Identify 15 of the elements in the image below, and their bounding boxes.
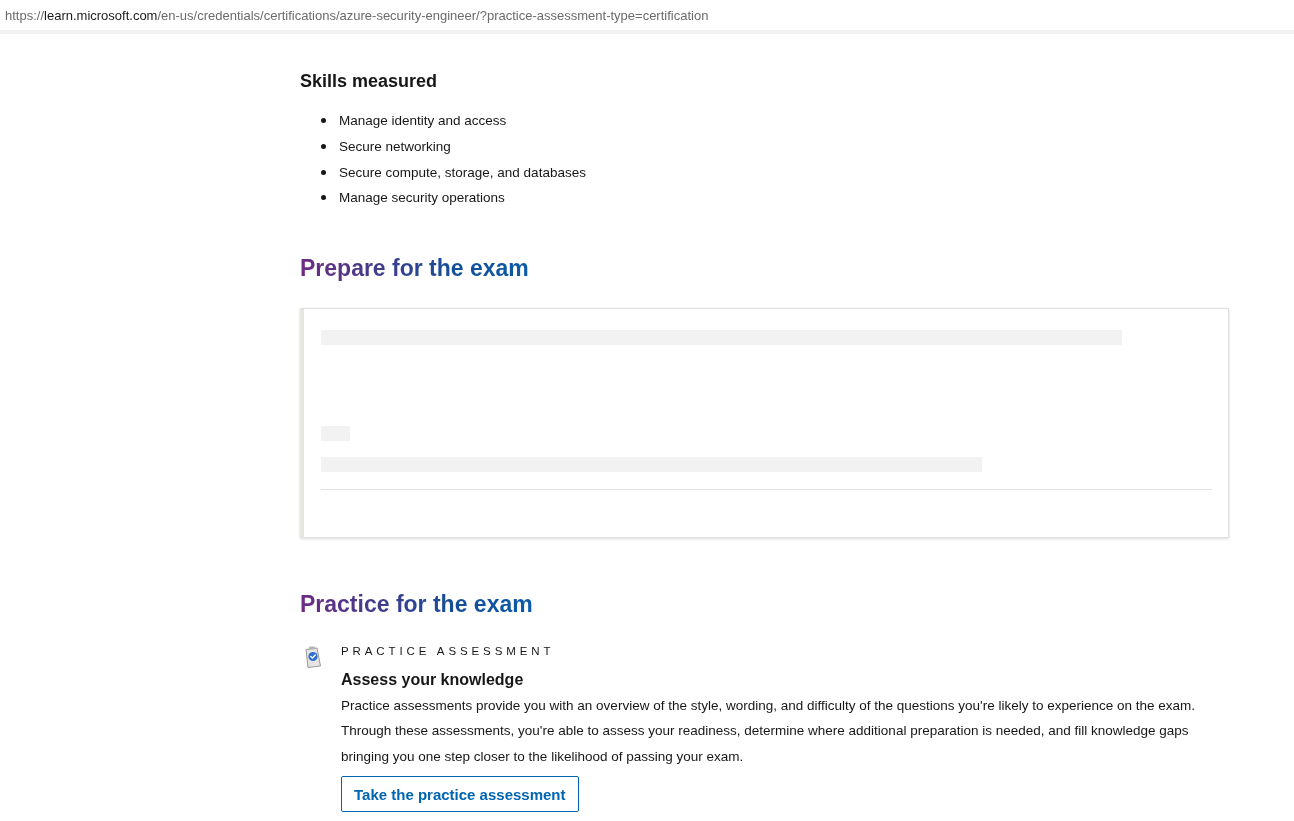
- skill-item: Manage identity and access: [339, 113, 507, 129]
- bullet-icon: [321, 195, 326, 201]
- skill-item: Manage security operations: [339, 190, 505, 206]
- url-text[interactable]: https://learn.microsoft.com/en-us/credentials/certifications/azure-security-engineer/?practice-assessment-type=certification: [5, 7, 709, 23]
- category-label: PRACTICE ASSESSMENT: [341, 643, 556, 659]
- card-heading: Assess your knowledge: [341, 669, 525, 690]
- bullet-icon: [321, 144, 326, 150]
- bullet-icon: [321, 169, 326, 175]
- description-text: Practice assessments provide you with an overview of the style, wording, and difficulty of the questions you're likely to experience on the exam. Through these assessments, you're able to assess your readiness, determine where additional preparation is needed, and fill knowledge gaps bringing you one step closer to the likelihood of passing your exam.: [341, 696, 1197, 766]
- skill-item: Secure compute, storage, and databases: [339, 164, 586, 180]
- bullet-icon: [321, 118, 326, 124]
- clipboard-check-icon: [303, 645, 323, 668]
- section-heading: Skills measured: [300, 70, 439, 93]
- take-assessment-button[interactable]: Take the practice assessment: [341, 776, 579, 813]
- skill-item: Secure networking: [339, 139, 451, 155]
